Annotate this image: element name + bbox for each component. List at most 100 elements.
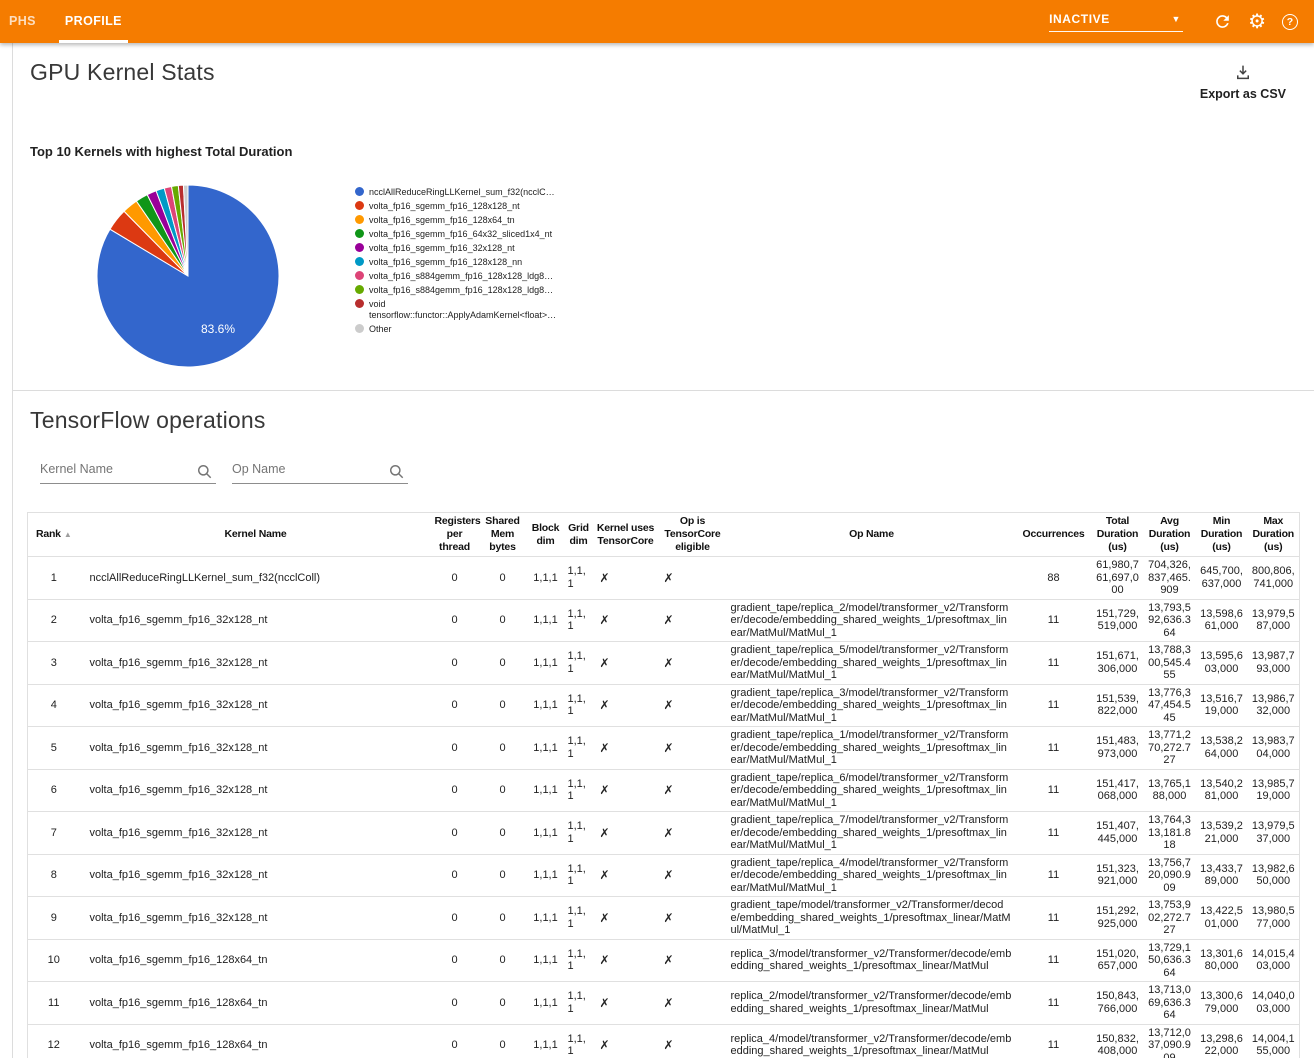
legend-label: volta_fp16_sgemm_fp16_128x64_tn — [369, 215, 555, 226]
cell-max_duration: 13,986,732,000 — [1248, 684, 1300, 727]
cell-registers: 0 — [432, 897, 478, 940]
legend-label: volta_fp16_sgemm_fp16_128x128_nn — [369, 257, 555, 268]
col-header-registers[interactable]: Registers per thread — [432, 513, 478, 557]
cell-total_duration: 61,980,761,697,000 — [1092, 557, 1144, 600]
legend-item[interactable]: void tensorflow::functor::ApplyAdamKerne… — [355, 299, 555, 320]
cell-grid_dim: 1,1,1 — [564, 854, 594, 897]
cell-registers: 0 — [432, 812, 478, 855]
cell-tc_eligible: ✗ — [658, 897, 728, 940]
tab-graphs[interactable]: PHS — [3, 2, 42, 43]
cell-occurrences: 11 — [1016, 982, 1092, 1025]
cell-kernel: volta_fp16_sgemm_fp16_32x128_nt — [80, 684, 432, 727]
cell-tc_eligible: ✗ — [658, 812, 728, 855]
col-header-shared_mem[interactable]: Shared Mem bytes — [478, 513, 528, 557]
cell-grid_dim: 1,1,1 — [564, 897, 594, 940]
cell-block_dim: 1,1,1 — [528, 854, 564, 897]
top-app-bar: PHS PROFILE INACTIVE ▼ ⚙ ? — [0, 0, 1314, 43]
table-row: 7volta_fp16_sgemm_fp16_32x128_nt001,1,11… — [28, 812, 1300, 855]
col-header-uses_tensorcore[interactable]: Kernel uses TensorCore — [594, 513, 658, 557]
cell-total_duration: 151,407,445,000 — [1092, 812, 1144, 855]
col-header-total_duration[interactable]: Total Duration (us) — [1092, 513, 1144, 557]
cell-op_name: gradient_tape/replica_2/model/transforme… — [728, 599, 1016, 642]
col-header-tc_eligible[interactable]: Op is TensorCore eligible — [658, 513, 728, 557]
tf-operations-title: TensorFlow operations — [30, 391, 1314, 434]
col-header-kernel[interactable]: Kernel Name — [80, 513, 432, 557]
cell-total_duration: 151,292,925,000 — [1092, 897, 1144, 940]
gpu-kernel-stats-section: GPU Kernel Stats Export as CSV Top 10 Ke… — [13, 43, 1314, 390]
cell-op_name: gradient_tape/replica_1/model/transforme… — [728, 727, 1016, 770]
table-row: 10volta_fp16_sgemm_fp16_128x64_tn001,1,1… — [28, 939, 1300, 982]
cell-shared_mem: 0 — [478, 684, 528, 727]
help-button[interactable]: ? — [1282, 14, 1298, 30]
cell-registers: 0 — [432, 769, 478, 812]
cell-min_duration: 13,298,622,000 — [1196, 1024, 1248, 1058]
gear-icon: ⚙ — [1248, 12, 1266, 32]
cell-uses_tensorcore: ✗ — [594, 1024, 658, 1058]
cell-registers: 0 — [432, 1024, 478, 1058]
col-header-grid_dim[interactable]: Grid dim — [564, 513, 594, 557]
col-header-avg_duration[interactable]: Avg Duration (us) — [1144, 513, 1196, 557]
refresh-button[interactable] — [1213, 12, 1232, 31]
cell-uses_tensorcore: ✗ — [594, 557, 658, 600]
settings-button[interactable]: ⚙ — [1248, 12, 1266, 32]
table-row: 6volta_fp16_sgemm_fp16_32x128_nt001,1,11… — [28, 769, 1300, 812]
legend-item[interactable]: volta_fp16_sgemm_fp16_128x128_nt — [355, 201, 555, 212]
col-header-max_duration[interactable]: Max Duration (us) — [1248, 513, 1300, 557]
run-selector[interactable]: INACTIVE ▼ — [1049, 12, 1183, 32]
cell-total_duration: 150,843,766,000 — [1092, 982, 1144, 1025]
legend-item[interactable]: volta_fp16_sgemm_fp16_32x128_nt — [355, 243, 555, 254]
cell-rank: 9 — [28, 897, 80, 940]
cell-uses_tensorcore: ✗ — [594, 684, 658, 727]
cell-min_duration: 13,540,281,000 — [1196, 769, 1248, 812]
legend-item[interactable]: volta_fp16_s884gemm_fp16_128x128_ldg8… — [355, 271, 555, 282]
cell-block_dim: 1,1,1 — [528, 897, 564, 940]
cell-kernel: volta_fp16_sgemm_fp16_32x128_nt — [80, 727, 432, 770]
legend-item[interactable]: volta_fp16_sgemm_fp16_128x64_tn — [355, 215, 555, 226]
legend-color-swatch — [355, 201, 364, 210]
cell-shared_mem: 0 — [478, 727, 528, 770]
cell-occurrences: 11 — [1016, 939, 1092, 982]
op-name-filter-input[interactable] — [232, 456, 408, 484]
col-header-op_name[interactable]: Op Name — [728, 513, 1016, 557]
cell-registers: 0 — [432, 684, 478, 727]
legend-color-swatch — [355, 215, 364, 224]
cell-avg_duration: 13,764,313,181.818 — [1144, 812, 1196, 855]
legend-item[interactable]: Other — [355, 324, 555, 335]
legend-color-swatch — [355, 257, 364, 266]
cell-min_duration: 13,598,661,000 — [1196, 599, 1248, 642]
cell-occurrences: 88 — [1016, 557, 1092, 600]
cell-max_duration: 14,004,155,000 — [1248, 1024, 1300, 1058]
cell-rank: 3 — [28, 642, 80, 685]
cell-min_duration: 13,516,719,000 — [1196, 684, 1248, 727]
cell-rank: 2 — [28, 599, 80, 642]
export-csv-button[interactable]: Export as CSV — [1200, 63, 1286, 101]
cell-max_duration: 14,015,403,000 — [1248, 939, 1300, 982]
table-row: 3volta_fp16_sgemm_fp16_32x128_nt001,1,11… — [28, 642, 1300, 685]
cell-max_duration: 800,806,741,000 — [1248, 557, 1300, 600]
cell-uses_tensorcore: ✗ — [594, 939, 658, 982]
legend-item[interactable]: volta_fp16_sgemm_fp16_64x32_sliced1x4_nt — [355, 229, 555, 240]
legend-item[interactable]: volta_fp16_s884gemm_fp16_128x128_ldg8… — [355, 285, 555, 296]
tab-profile[interactable]: PROFILE — [59, 2, 128, 43]
kernel-name-filter-input[interactable] — [40, 456, 216, 484]
legend-color-swatch — [355, 271, 364, 280]
cell-tc_eligible: ✗ — [658, 1024, 728, 1058]
cell-registers: 0 — [432, 642, 478, 685]
legend-item[interactable]: ncclAllReduceRingLLKernel_sum_f32(ncclC… — [355, 187, 555, 198]
table-header-row: Rank▲Kernel NameRegisters per threadShar… — [28, 513, 1300, 557]
legend-label: volta_fp16_sgemm_fp16_64x32_sliced1x4_nt — [369, 229, 555, 240]
cell-occurrences: 11 — [1016, 642, 1092, 685]
cell-grid_dim: 1,1,1 — [564, 599, 594, 642]
legend-color-swatch — [355, 285, 364, 294]
search-icon — [388, 463, 405, 480]
cell-shared_mem: 0 — [478, 1024, 528, 1058]
col-header-block_dim[interactable]: Block dim — [528, 513, 564, 557]
cell-grid_dim: 1,1,1 — [564, 684, 594, 727]
col-header-rank[interactable]: Rank▲ — [28, 513, 80, 557]
cell-max_duration: 14,040,003,000 — [1248, 982, 1300, 1025]
cell-kernel: volta_fp16_sgemm_fp16_32x128_nt — [80, 854, 432, 897]
col-header-min_duration[interactable]: Min Duration (us) — [1196, 513, 1248, 557]
col-header-occurrences[interactable]: Occurrences — [1016, 513, 1092, 557]
main-content: GPU Kernel Stats Export as CSV Top 10 Ke… — [12, 43, 1314, 1058]
legend-item[interactable]: volta_fp16_sgemm_fp16_128x128_nn — [355, 257, 555, 268]
